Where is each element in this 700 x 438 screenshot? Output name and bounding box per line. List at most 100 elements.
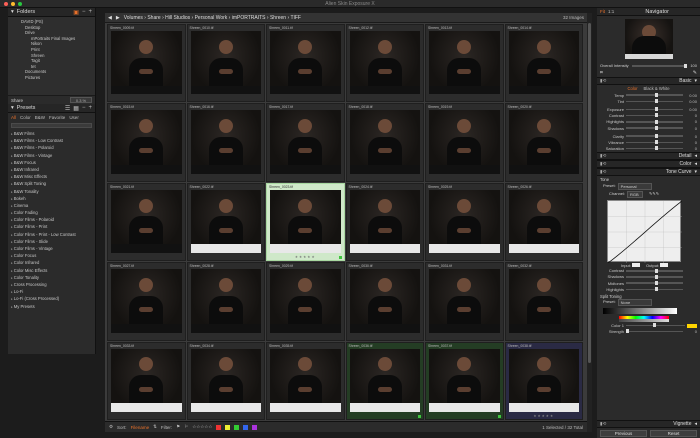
color-label-purple[interactable] (252, 424, 258, 430)
thumbnail-cell[interactable]: Shreen_0026.tif (504, 182, 583, 262)
tone-preset-select[interactable]: Personal (617, 182, 652, 190)
basic-panel-header[interactable]: ▮⟲ Basic ▾ (597, 77, 700, 85)
slider-track[interactable] (626, 146, 683, 151)
thumbnail-cell[interactable]: Shreen_0014.tif (504, 24, 583, 103)
preset-group[interactable]: Color Tonality (8, 274, 95, 281)
close-window-icon[interactable] (4, 2, 8, 6)
preset-group[interactable]: Color Fading (8, 209, 95, 216)
preset-group[interactable]: B&W Films - Low Contrast (8, 137, 95, 144)
preset-group[interactable]: Color Focus (8, 252, 95, 259)
thumbnail-image[interactable] (190, 348, 261, 412)
slider-handle[interactable] (654, 92, 658, 97)
preset-group[interactable]: Color Films - Vintage (8, 245, 95, 252)
thumbnail-image[interactable] (270, 348, 341, 412)
chevron-left-icon[interactable]: ◂ (694, 153, 697, 159)
thumbnail-cell[interactable]: Shreen_0025.tif (425, 182, 504, 262)
zoom-1to1-button[interactable]: 1:1 (608, 9, 614, 14)
slider-track[interactable] (626, 125, 683, 130)
tone-curve-panel-header[interactable]: ▮⟲ Tone Curve ▾ (597, 167, 700, 176)
thumbnail-cell[interactable]: Shreen_0018.tif (345, 103, 424, 182)
rating-stars-icon[interactable]: ★★★★★ (506, 414, 583, 418)
maximize-window-icon[interactable] (18, 2, 22, 6)
preset-group[interactable]: B&W Films - Polaroid (8, 144, 95, 151)
preset-group[interactable]: B&W Tonality (8, 188, 95, 195)
thumbnail-image[interactable] (190, 189, 261, 254)
eyedropper-icons[interactable]: ✎✎✎ (649, 191, 659, 198)
tab-user[interactable]: User (69, 115, 79, 120)
slider-handle[interactable] (654, 113, 658, 118)
thumbnail-cell[interactable]: Shreen_0029.tif (266, 262, 345, 341)
thumbnail-image[interactable] (270, 189, 341, 254)
toggle-icon[interactable]: ▮⟲ (600, 161, 606, 167)
previous-button[interactable]: Previous (600, 430, 647, 437)
slider-handle[interactable] (654, 107, 658, 112)
overall-intensity-slider[interactable] (631, 63, 688, 68)
thumbnail-cell[interactable]: Shreen_0027.tif (107, 262, 186, 341)
split-toning-gradient[interactable] (603, 308, 677, 315)
list-view-icon[interactable]: ☰ (65, 105, 70, 112)
preset-group[interactable]: Bokeh (8, 195, 95, 202)
thumbnail-cell[interactable]: Shreen_0009.tif (107, 24, 186, 103)
slider-handle[interactable] (654, 99, 658, 104)
thumbnail-image[interactable] (429, 348, 500, 412)
grid-view-icon[interactable]: ▦ (73, 105, 79, 112)
slider-track[interactable] (626, 268, 683, 273)
thumbnail-cell[interactable]: Shreen_0037.tif (425, 341, 504, 420)
color-label-green[interactable] (234, 424, 240, 430)
rating-stars-icon[interactable]: ★★★★★ (267, 255, 344, 259)
thumbnail-image[interactable] (111, 189, 182, 254)
slider-handle[interactable] (684, 63, 688, 68)
thumbnail-cell[interactable]: Shreen_0034.tif (186, 341, 265, 420)
color-label-blue[interactable] (243, 424, 249, 430)
folders-header[interactable]: ▾ Folders ▣ − + (8, 8, 95, 17)
preset-group[interactable]: Color Films - Polaroid (8, 216, 95, 223)
crop-icon[interactable]: ⌗ (600, 70, 603, 76)
thumbnail-cell[interactable]: Shreen_0021.tif (107, 182, 186, 262)
preset-group[interactable]: B&W Films - Vintage (8, 152, 95, 159)
preset-group[interactable]: Lo-Fi (Cross Processed) (8, 295, 95, 302)
thumbnail-image[interactable] (111, 348, 182, 412)
thumbnail-cell[interactable]: Shreen_0017.tif (266, 103, 345, 182)
collapse-icon[interactable]: ▾ (11, 9, 14, 15)
slider-track[interactable] (626, 280, 683, 285)
tab-color[interactable]: Color (20, 115, 31, 120)
collapse-icon[interactable]: ▾ (11, 105, 14, 111)
forward-arrow-icon[interactable]: ▶ (116, 15, 120, 21)
input-field[interactable] (632, 262, 641, 267)
thumbnail-image[interactable] (270, 31, 341, 95)
vignette-panel-header[interactable]: ▮⟲ Vignette ◂ (597, 420, 700, 428)
chevron-down-icon[interactable]: ▾ (694, 78, 697, 84)
slider-handle[interactable] (654, 274, 658, 279)
thumbnail-cell[interactable]: Shreen_0011.tif (266, 24, 345, 103)
thumbnail-image[interactable] (429, 189, 500, 254)
slider-handle[interactable] (654, 146, 658, 151)
chevron-left-icon[interactable]: ◂ (694, 161, 697, 167)
flag-outline-icon[interactable]: ⚐ (184, 424, 188, 430)
slider-handle[interactable] (654, 140, 658, 145)
preset-group[interactable]: B&W Films (8, 130, 95, 137)
strength-slider[interactable] (626, 329, 683, 334)
thumbnail-cell[interactable]: Shreen_0036.tif (345, 341, 424, 420)
thumbnail-cell[interactable]: Shreen_0038.tif ★★★★★ (504, 341, 583, 420)
window-controls[interactable] (4, 2, 22, 6)
star-filter-icons[interactable]: ☆☆☆☆☆ (192, 424, 212, 430)
thumbnail-cell[interactable]: Shreen_0028.tif (186, 262, 265, 341)
preset-group[interactable]: Color Films - Print (8, 223, 95, 230)
thumbnail-cell[interactable]: Shreen_0023.tif ★★★★★ (266, 182, 345, 262)
toggle-icon[interactable]: ▮⟲ (600, 78, 606, 84)
thumbnail-image[interactable] (349, 189, 420, 254)
thumbnail-cell[interactable]: Shreen_0016.tif (186, 103, 265, 182)
zoom-fit-button[interactable]: Fit (600, 9, 605, 14)
thumbnail-cell[interactable]: Shreen_0035.tif (266, 341, 345, 420)
chevron-down-icon[interactable]: ▾ (694, 169, 697, 175)
thumbnail-image[interactable] (508, 110, 579, 174)
thumbnail-image[interactable] (349, 269, 420, 333)
tab-color-mode[interactable]: Color (627, 86, 637, 91)
thumbnail-image[interactable] (270, 110, 341, 174)
color1-swatch[interactable] (687, 323, 697, 328)
thumbnail-cell[interactable]: Shreen_0015.tif (107, 103, 186, 182)
thumbnail-image[interactable] (349, 348, 420, 412)
slider-track[interactable] (626, 99, 683, 104)
tone-curve-graph[interactable] (607, 199, 682, 263)
color-label-red[interactable] (216, 424, 222, 430)
